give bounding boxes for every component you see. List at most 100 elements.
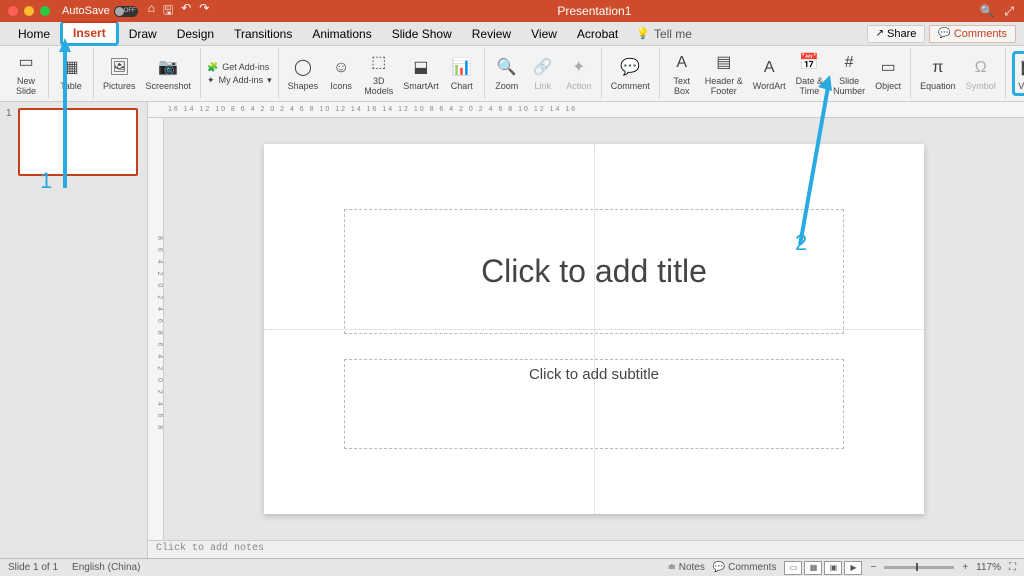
tab-review[interactable]: Review: [462, 24, 521, 44]
title-placeholder[interactable]: Click to add title: [344, 209, 844, 334]
icons-button[interactable]: ☺Icons: [325, 54, 357, 94]
slide-thumbnail[interactable]: [18, 108, 138, 176]
zoom-in-icon[interactable]: +: [962, 562, 968, 573]
action-button[interactable]: ✦Action: [563, 54, 595, 94]
lightbulb-icon: 💡: [636, 27, 650, 40]
save-icon[interactable]: 🖫: [163, 1, 173, 22]
addins-icon: ✦: [207, 75, 215, 86]
normal-view-icon[interactable]: ▭: [784, 561, 802, 575]
annotation-label-2: 2: [795, 230, 807, 256]
slide-thumbnail-panel: 1: [0, 102, 148, 558]
action-icon: ✦: [567, 56, 591, 80]
chart-button[interactable]: 📊Chart: [446, 54, 478, 94]
thumbnail-number: 1: [6, 108, 14, 176]
undo-icon[interactable]: ↶: [181, 1, 191, 22]
notes-pane[interactable]: Click to add notes: [148, 540, 1024, 558]
tab-slideshow[interactable]: Slide Show: [382, 24, 462, 44]
zoom-out-icon[interactable]: −: [870, 562, 876, 573]
reading-view-icon[interactable]: ▣: [824, 561, 842, 575]
subtitle-placeholder[interactable]: Click to add subtitle: [344, 359, 844, 449]
my-addins-button[interactable]: ✦My Add-ins ▾: [207, 75, 272, 86]
screenshot-icon: 📷: [156, 56, 180, 80]
object-icon: ▭: [876, 56, 900, 80]
zoom-button[interactable]: 🔍Zoom: [491, 54, 523, 94]
link-button[interactable]: 🔗Link: [527, 54, 559, 94]
link-icon: 🔗: [531, 56, 555, 80]
share-icon: ↗: [876, 28, 884, 39]
tab-insert[interactable]: Insert: [60, 21, 119, 46]
3d-models-button[interactable]: ⬚3D Models: [361, 49, 396, 99]
minimize-window-icon[interactable]: [24, 6, 34, 16]
tell-me-search[interactable]: 💡Tell me: [636, 27, 692, 41]
maximize-window-icon[interactable]: [40, 6, 50, 16]
fit-window-icon[interactable]: ⛶: [1009, 562, 1016, 573]
ribbon: ▭New Slide ▦Table 🖼Pictures 📷Screenshot …: [0, 46, 1024, 102]
video-button[interactable]: 🎬Video: [1012, 51, 1024, 97]
equation-button[interactable]: πEquation: [917, 54, 959, 94]
autosave-label: AutoSave: [62, 5, 110, 17]
wordart-icon: A: [757, 56, 781, 80]
language-indicator[interactable]: English (China): [72, 562, 140, 573]
wordart-button[interactable]: AWordArt: [750, 54, 789, 94]
redo-icon[interactable]: ↷: [199, 1, 209, 22]
comments-button[interactable]: 💬Comments: [929, 25, 1016, 43]
quick-access-toolbar: ⌂ 🖫 ↶ ↷: [148, 1, 210, 22]
tab-transitions[interactable]: Transitions: [224, 24, 302, 44]
share-button[interactable]: ↗Share: [867, 25, 926, 43]
table-button[interactable]: ▦Table: [55, 54, 87, 94]
symbol-button[interactable]: ΩSymbol: [963, 54, 999, 94]
comment-icon: 💬: [938, 28, 950, 39]
number-icon: #: [837, 51, 861, 75]
tab-animations[interactable]: Animations: [302, 24, 381, 44]
datetime-button[interactable]: 📅Date & Time: [793, 49, 827, 99]
zoom-level[interactable]: 117%: [976, 562, 1001, 573]
tab-draw[interactable]: Draw: [119, 24, 167, 44]
get-addins-button[interactable]: 🧩Get Add-ins: [207, 62, 272, 73]
autosave-toggle[interactable]: AutoSave OFF: [62, 5, 138, 17]
symbol-icon: Ω: [969, 56, 993, 80]
shapes-button[interactable]: ◯Shapes: [285, 54, 322, 94]
tab-design[interactable]: Design: [167, 24, 224, 44]
new-slide-button[interactable]: ▭New Slide: [10, 49, 42, 99]
slideshow-view-icon[interactable]: ▶: [844, 561, 862, 575]
header-footer-button[interactable]: ▤Header & Footer: [702, 49, 746, 99]
tab-view[interactable]: View: [521, 24, 567, 44]
notes-toggle[interactable]: ≐ Notes: [668, 562, 705, 573]
sorter-view-icon[interactable]: ▦: [804, 561, 822, 575]
slide-canvas-area[interactable]: Click to add title Click to add subtitle: [164, 118, 1024, 540]
comment-button[interactable]: 💬Comment: [608, 54, 653, 94]
vertical-ruler: 8 6 4 2 0 2 4 6 8 6 4 2 0 2 4 6 8: [148, 118, 164, 540]
screenshot-button[interactable]: 📷Screenshot: [143, 54, 195, 94]
new-slide-icon: ▭: [14, 51, 38, 75]
toggle-switch-icon[interactable]: OFF: [114, 6, 138, 17]
chevron-down-icon: ▾: [267, 75, 272, 86]
smartart-button[interactable]: ⬓SmartArt: [400, 54, 442, 94]
smartart-icon: ⬓: [409, 56, 433, 80]
tab-acrobat[interactable]: Acrobat: [567, 24, 628, 44]
window-controls: [0, 6, 58, 16]
close-window-icon[interactable]: [8, 6, 18, 16]
search-icon[interactable]: 🔍: [979, 4, 994, 19]
horizontal-ruler: 16 14 12 10 8 6 4 2 0 2 4 6 8 10 12 14 1…: [148, 102, 1024, 118]
pictures-button[interactable]: 🖼Pictures: [100, 54, 139, 94]
textbox-button[interactable]: AText Box: [666, 49, 698, 99]
comment-bubble-icon: 💬: [618, 56, 642, 80]
main-area: 1 16 14 12 10 8 6 4 2 0 2 4 6 8 10 12 14…: [0, 102, 1024, 558]
slide-counter[interactable]: Slide 1 of 1: [8, 562, 58, 573]
zoom-slider[interactable]: [884, 566, 954, 569]
view-buttons: ▭ ▦ ▣ ▶: [784, 561, 862, 575]
textbox-icon: A: [670, 51, 694, 75]
document-title: Presentation1: [209, 4, 979, 18]
object-button[interactable]: ▭Object: [872, 54, 904, 94]
pictures-icon: 🖼: [107, 56, 131, 80]
title-bar: AutoSave OFF ⌂ 🖫 ↶ ↷ Presentation1 🔍 ⤢: [0, 0, 1024, 22]
store-icon: 🧩: [207, 62, 218, 73]
status-bar: Slide 1 of 1 English (China) ≐ Notes 💬 C…: [0, 558, 1024, 576]
table-icon: ▦: [59, 56, 83, 80]
slide[interactable]: Click to add title Click to add subtitle: [264, 144, 924, 514]
slide-number-button[interactable]: #Slide Number: [830, 49, 868, 99]
ribbon-options-icon[interactable]: ⤢: [1004, 4, 1014, 19]
home-icon[interactable]: ⌂: [148, 1, 155, 22]
comments-toggle[interactable]: 💬 Comments: [713, 562, 777, 573]
tab-home[interactable]: Home: [8, 24, 60, 44]
